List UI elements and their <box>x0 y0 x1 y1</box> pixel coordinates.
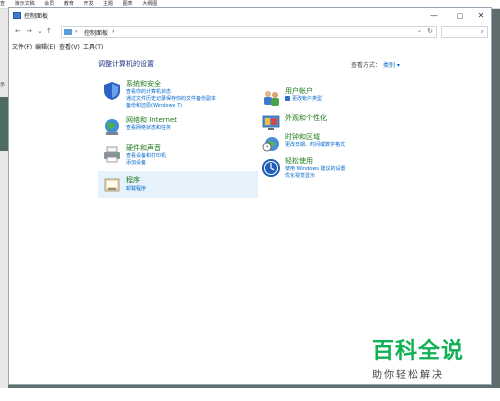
programs-icon <box>104 178 120 192</box>
background-app-right-panel <box>492 9 500 401</box>
address-bar[interactable]: › 控制面板 › ⌄ ↻ <box>61 26 437 38</box>
view-by-label: 查看方式： <box>351 62 382 69</box>
recent-locations-chevron-icon[interactable]: ⌄ <box>37 27 43 36</box>
category-link[interactable]: 通过文件历史记录保存你的文件备份副本 <box>126 95 216 102</box>
category-hardware-sound: 硬件和声音 查看设备和打印机 添加设备 <box>98 141 258 171</box>
menu-bar: 文件(F) 编辑(E) 查看(V) 工具(T) <box>9 40 491 52</box>
category-link[interactable]: 卸载程序 <box>126 185 146 192</box>
view-by-control: 查看方式： 类别 ▾ <box>351 60 400 69</box>
control-panel-icon <box>13 12 21 19</box>
category-network-internet: 网络和 Internet 查看网络状态和任务 <box>98 113 258 143</box>
close-button[interactable]: ✕ <box>470 9 492 23</box>
bg-menu-item[interactable]: 查 <box>0 0 5 9</box>
menu-view[interactable]: 查看(V) <box>59 42 80 51</box>
category-link[interactable]: 查看网络状态和任务 <box>126 124 171 131</box>
view-by-dropdown[interactable]: 类别 <box>383 62 395 69</box>
category-programs[interactable]: 程序 卸载程序 <box>98 171 258 198</box>
category-user-accounts: 用户帐户 更改帐户类型 <box>257 84 417 110</box>
uac-shield-icon <box>285 96 290 101</box>
category-link-text[interactable]: 更改帐户类型 <box>292 96 322 102</box>
search-icon[interactable]: ⌕ <box>481 28 484 36</box>
refresh-icon[interactable]: ↻ <box>427 27 433 35</box>
title-bar[interactable]: 控制面板 — □ ✕ <box>9 8 491 24</box>
control-panel-small-icon <box>64 29 72 35</box>
back-arrow-icon[interactable]: ← <box>15 27 21 36</box>
page-title: 调整计算机的设置 <box>98 60 154 68</box>
category-title[interactable]: 程序 <box>126 175 140 185</box>
window-title: 控制面板 <box>24 13 49 20</box>
chevron-down-icon[interactable]: ▾ <box>397 62 400 69</box>
search-input[interactable]: ⌕ <box>441 26 488 38</box>
watermark-subtitle: 助你轻松解决 <box>372 370 444 381</box>
minimize-button[interactable]: — <box>423 9 445 23</box>
maximize-button[interactable]: □ <box>449 9 471 23</box>
category-link[interactable]: 更改帐户类型 <box>285 95 322 102</box>
menu-tools[interactable]: 工具(T) <box>83 42 103 51</box>
globe-network-icon <box>105 119 119 135</box>
breadcrumb-separator[interactable]: › <box>112 28 114 35</box>
background-app-left-panel: 示 <box>0 9 8 401</box>
users-icon <box>264 91 279 106</box>
background-app-bottom-bar <box>0 388 500 401</box>
category-link[interactable]: 添加设备 <box>126 159 146 166</box>
printer-icon <box>104 146 120 163</box>
menu-file[interactable]: 文件(F) <box>12 42 32 51</box>
category-link[interactable]: 更改日期、时间或数字格式 <box>285 141 345 148</box>
control-panel-window: 控制面板 — □ ✕ ← → ⌄ ↑ › 控制面板 › ⌄ ↻ ⌕ 文件(F) … <box>8 7 492 385</box>
category-link[interactable]: 备份和还原(Windows 7) <box>126 102 182 109</box>
up-arrow-icon[interactable]: ↑ <box>46 27 52 36</box>
watermark-title: 百科全说 <box>372 339 465 364</box>
address-toolbar: ← → ⌄ ↑ › 控制面板 › ⌄ ↻ ⌕ <box>9 24 491 40</box>
address-dropdown-icon[interactable]: ⌄ <box>417 27 422 34</box>
watermark: 百科全说 助你轻松解决 <box>372 339 488 382</box>
breadcrumb-separator[interactable]: › <box>75 28 77 35</box>
category-title[interactable]: 外观和个性化 <box>285 113 327 123</box>
category-link[interactable]: 使用 Windows 建议的设置 <box>285 165 346 172</box>
breadcrumb-control-panel[interactable]: 控制面板 <box>84 28 108 37</box>
forward-arrow-icon[interactable]: → <box>26 27 32 36</box>
ease-of-access-icon <box>262 159 280 177</box>
bg-left-text: 示 <box>0 82 6 88</box>
clock-globe-icon <box>262 137 279 152</box>
category-link[interactable]: 查看设备和打印机 <box>126 152 166 159</box>
category-ease-of-access: 轻松使用 使用 Windows 建议的设置 优化视觉显示 <box>257 154 417 184</box>
category-link[interactable]: 查看你的计算机状态 <box>126 88 171 95</box>
bg-left-slide-thumbnail <box>0 97 8 151</box>
shield-icon <box>104 82 120 100</box>
category-appearance: 外观和个性化 <box>257 109 417 131</box>
category-clock-region: 时钟和区域 更改日期、时间或数字格式 <box>257 130 417 156</box>
category-link[interactable]: 优化视觉显示 <box>285 172 315 179</box>
menu-edit[interactable]: 编辑(E) <box>35 42 55 51</box>
